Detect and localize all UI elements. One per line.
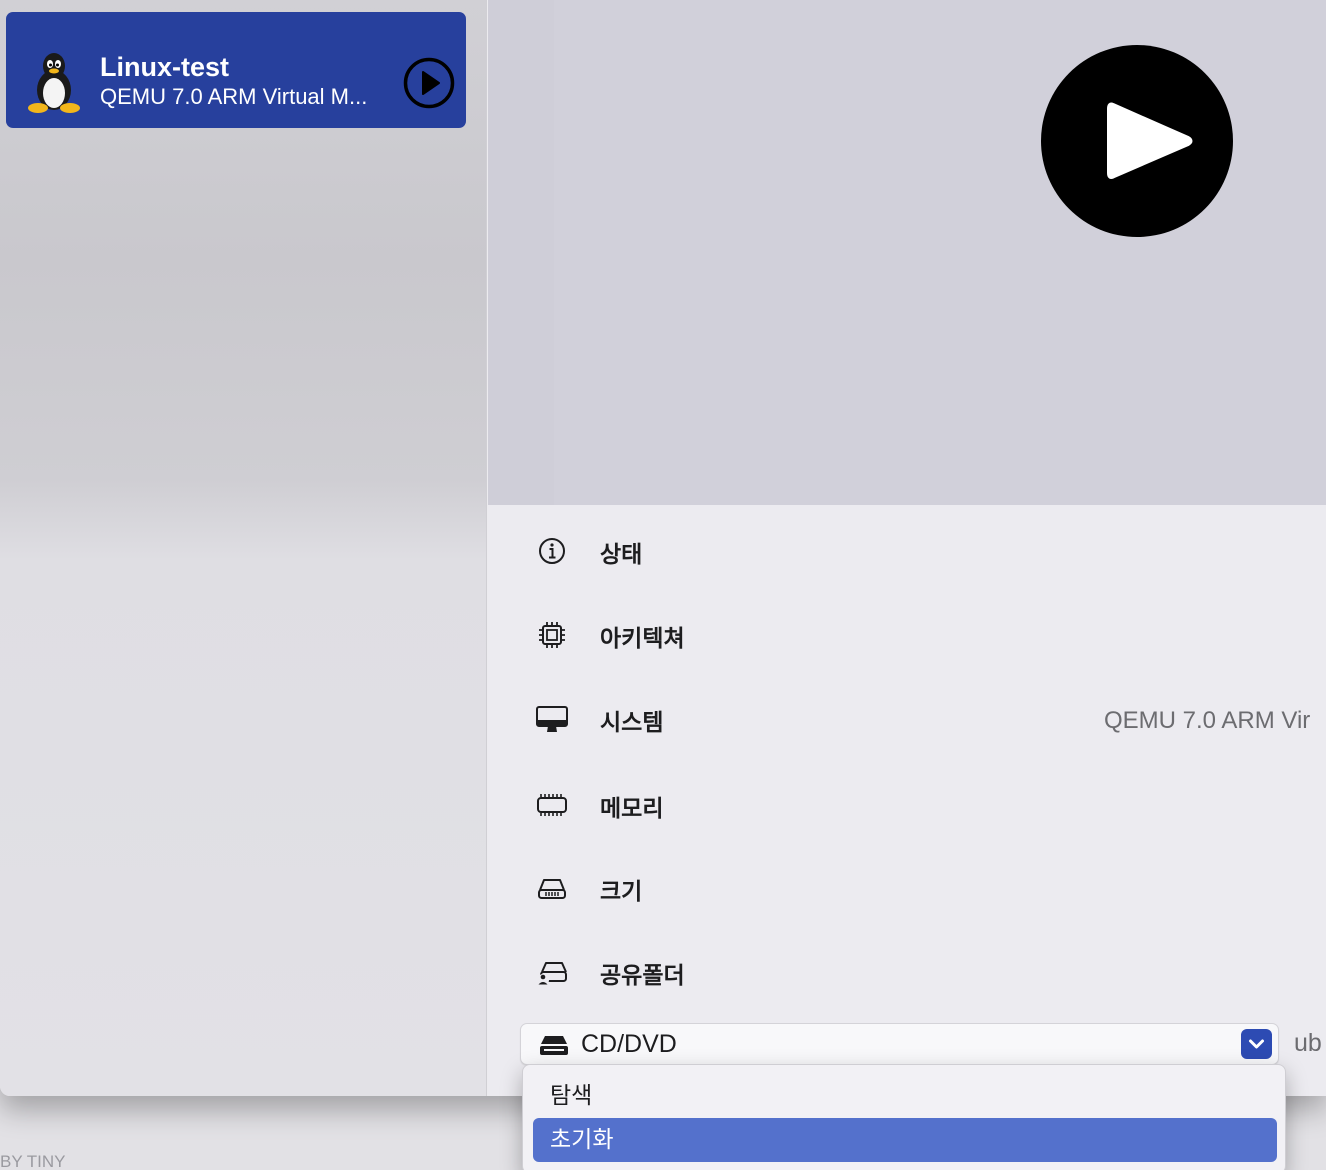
menu-item-browse[interactable]: 탐색 bbox=[533, 1074, 1277, 1118]
desktop-display-icon bbox=[536, 706, 568, 732]
drive-type-select[interactable]: CD/DVD bbox=[520, 1023, 1279, 1065]
cpu-chip-icon bbox=[539, 622, 565, 648]
row-label-shared-folder: 공유폴더 bbox=[600, 963, 685, 989]
menu-item-clear[interactable]: 초기화 bbox=[533, 1118, 1277, 1162]
chevron-down-icon[interactable] bbox=[1241, 1029, 1272, 1059]
drive-type-selected: CD/DVD bbox=[581, 1030, 677, 1058]
optical-drive-icon bbox=[540, 1036, 568, 1055]
preview-edge bbox=[488, 0, 554, 505]
drive-image-name: ub bbox=[1294, 1029, 1322, 1057]
row-label-status: 상태 bbox=[600, 542, 643, 568]
vm-name: Linux-test bbox=[100, 52, 230, 82]
memory-module-icon bbox=[537, 794, 567, 816]
details-panel: 상태 아키텍쳐 시스템 QEMU 7.0 ARM Vir 메모리 크기 공유폴더… bbox=[488, 505, 1326, 1096]
drive-options-menu: 탐색 초기화 bbox=[522, 1064, 1286, 1170]
sidebar: Linux-test QEMU 7.0 ARM Virtual M... bbox=[0, 0, 487, 1096]
row-label-size: 크기 bbox=[600, 879, 643, 905]
shared-drive-person-icon bbox=[537, 962, 567, 986]
play-circle-icon[interactable] bbox=[402, 56, 456, 110]
row-label-system: 시스템 bbox=[600, 710, 664, 736]
watermark: BY TINY bbox=[0, 1152, 66, 1170]
row-value-system: QEMU 7.0 ARM Vir bbox=[1104, 707, 1311, 734]
row-label-memory: 메모리 bbox=[600, 796, 664, 822]
info-circle-icon bbox=[539, 538, 565, 564]
app-window: Linux-test QEMU 7.0 ARM Virtual M... 상태 bbox=[0, 0, 1326, 1096]
vm-preview bbox=[488, 0, 1326, 505]
vm-list-item-linux-test[interactable]: Linux-test QEMU 7.0 ARM Virtual M... bbox=[6, 12, 466, 128]
vm-subtitle: QEMU 7.0 ARM Virtual M... bbox=[100, 84, 368, 109]
tux-penguin-icon bbox=[28, 53, 80, 113]
row-label-architecture: 아키텍쳐 bbox=[600, 626, 685, 652]
play-large-icon[interactable] bbox=[1041, 45, 1233, 237]
hard-drive-icon bbox=[538, 879, 566, 899]
